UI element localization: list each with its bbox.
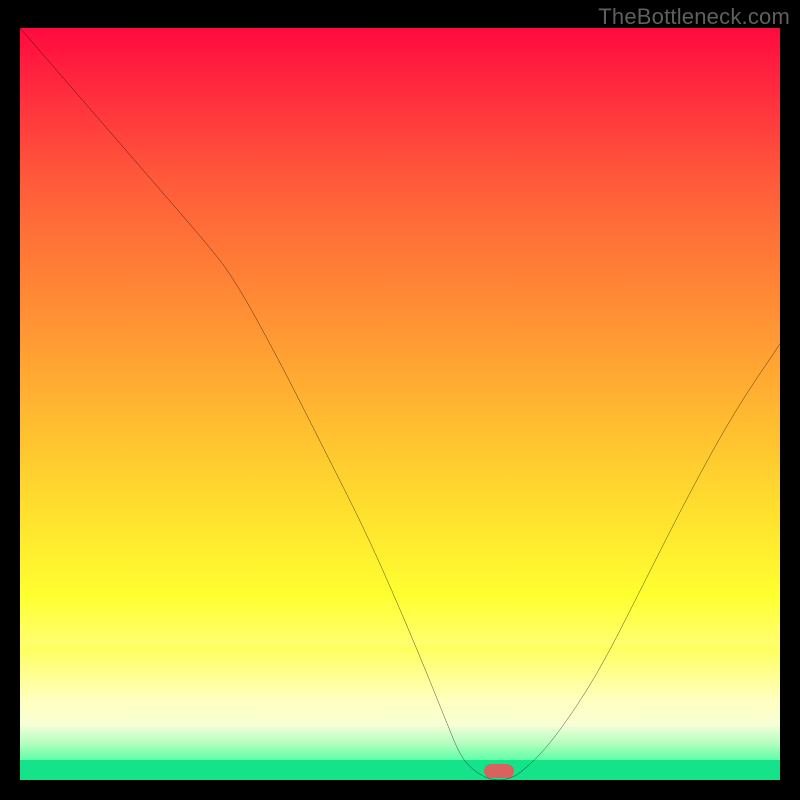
optimal-point-marker xyxy=(484,764,514,778)
watermark-text: TheBottleneck.com xyxy=(598,4,790,30)
plot-area xyxy=(20,28,780,780)
chart-frame: TheBottleneck.com xyxy=(0,0,800,800)
bottleneck-curve xyxy=(20,28,780,780)
